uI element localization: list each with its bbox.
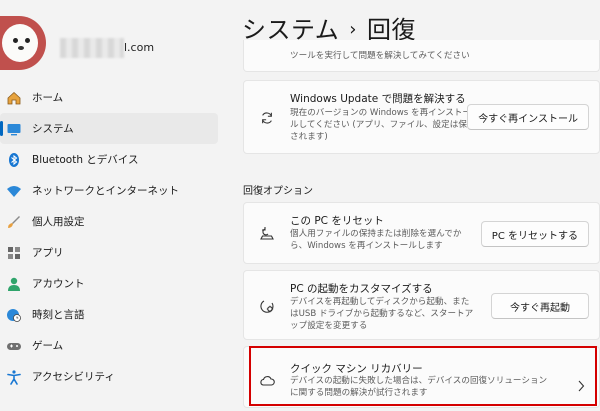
chevron-right-icon (577, 377, 585, 392)
advanced-startup-card: PC の起動をカスタマイズする デバイスを再起動してディスクから起動、またはUS… (243, 270, 600, 340)
apps-icon (5, 244, 22, 261)
refresh-icon (258, 109, 276, 127)
accessibility-icon (5, 368, 22, 385)
avatar (0, 16, 46, 70)
sidebar-item-label: ゲーム (32, 340, 64, 352)
troubleshoot-card: ツールを実行して問題を解決してみてください (243, 40, 600, 72)
sidebar-item-accounts[interactable]: アカウント (0, 268, 218, 299)
user-profile[interactable]: l.com (0, 16, 228, 76)
brush-icon (5, 213, 22, 230)
section-label-recovery-options: 回復オプション (243, 186, 313, 197)
sidebar-item-system[interactable]: システム (0, 113, 218, 144)
globe-clock-icon (5, 306, 22, 323)
email-suffix: l.com (124, 41, 155, 54)
reset-pc-button[interactable]: PC をリセットする (480, 221, 589, 247)
card-description: ツールを実行して問題を解決してみてください (290, 51, 470, 61)
sidebar-item-time-language[interactable]: 時刻と言語 (0, 299, 218, 330)
breadcrumb-separator: › (349, 19, 357, 40)
sidebar-item-apps[interactable]: アプリ (0, 237, 218, 268)
system-icon (5, 120, 22, 137)
sidebar-item-label: アクセシビリティ (32, 371, 115, 383)
card-description: デバイスを再起動してディスクから起動、またはUSB ドライブから起動するなど、ス… (290, 297, 474, 331)
cloud-icon (258, 371, 276, 389)
bluetooth-icon (5, 151, 22, 168)
card-description: 現在のバージョンの Windows を再インストールしてください (アプリ、ファ… (290, 108, 476, 142)
sidebar-item-label: システム (32, 123, 74, 135)
home-icon (5, 89, 22, 106)
sidebar-item-label: アカウント (32, 278, 85, 290)
reset-pc-card: この PC をリセット 個人用ファイルの保持または削除を選んでから、Window… (243, 202, 600, 264)
card-description: 個人用ファイルの保持または削除を選んでから、Windows を再インストールしま… (290, 229, 462, 251)
sidebar-item-personalization[interactable]: 個人用設定 (0, 206, 218, 237)
quick-machine-recovery-card[interactable]: クイック マシン リカバリー デバイスの起動に失敗した場合は、デバイスの回復ソリ… (243, 346, 600, 408)
sidebar: l.com ホーム システム Bluetooth とデバイス ネットワークとイン… (0, 0, 228, 411)
restart-gear-icon (258, 297, 276, 315)
account-icon (5, 275, 22, 292)
gamepad-icon (5, 337, 22, 354)
reinstall-now-button[interactable]: 今すぐ再インストール (467, 104, 589, 130)
card-title: クイック マシン リカバリー (290, 363, 423, 375)
sidebar-item-label: 個人用設定 (32, 216, 85, 228)
card-description: デバイスの起動に失敗した場合は、デバイスの回復ソリューションに関する問題の解決が… (290, 376, 548, 398)
sidebar-item-bluetooth[interactable]: Bluetooth とデバイス (0, 144, 218, 175)
restart-now-button[interactable]: 今すぐ再起動 (491, 293, 589, 319)
sidebar-item-label: 時刻と言語 (32, 309, 85, 321)
card-title: Windows Update で問題を解決する (290, 93, 466, 105)
sidebar-item-home[interactable]: ホーム (0, 82, 218, 113)
reset-pc-icon (258, 225, 276, 243)
card-title: PC の起動をカスタマイズする (290, 283, 433, 295)
sidebar-item-accessibility[interactable]: アクセシビリティ (0, 361, 218, 392)
wifi-icon (5, 182, 22, 199)
sidebar-item-network[interactable]: ネットワークとインターネット (0, 175, 218, 206)
sidebar-item-label: ネットワークとインターネット (32, 185, 179, 197)
sidebar-item-gaming[interactable]: ゲーム (0, 330, 218, 361)
sidebar-item-label: アプリ (32, 247, 64, 259)
sidebar-item-label: Bluetooth とデバイス (32, 154, 139, 166)
sidebar-nav: ホーム システム Bluetooth とデバイス ネットワークとインターネット … (0, 82, 228, 392)
card-title: この PC をリセット (290, 215, 384, 227)
email-redacted (60, 38, 124, 58)
windows-update-fix-card: Windows Update で問題を解決する 現在のバージョンの Window… (243, 80, 600, 154)
sidebar-item-label: ホーム (32, 92, 64, 104)
